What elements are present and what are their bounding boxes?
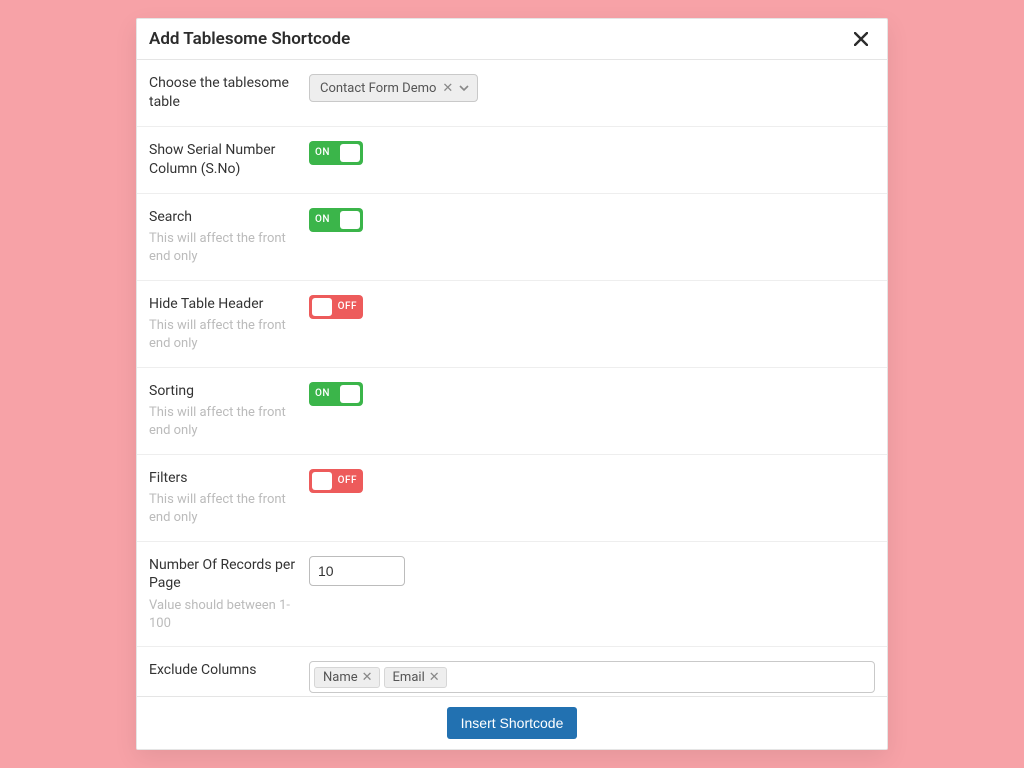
chevron-down-icon[interactable] (459, 83, 469, 93)
exclude-columns-input[interactable]: Name ✕ Email ✕ (309, 661, 875, 693)
remove-tag-icon[interactable]: ✕ (429, 671, 440, 684)
label-serial-number: Show Serial Number Column (S.No) (149, 141, 297, 179)
toggle-knob (340, 144, 360, 162)
insert-shortcode-button[interactable]: Insert Shortcode (447, 707, 578, 739)
row-hide-header: Hide Table Header This will affect the f… (137, 281, 887, 368)
help-sorting: This will affect the front end only (149, 404, 297, 439)
toggle-filters[interactable]: OFF (309, 469, 363, 493)
row-filters: Filters This will affect the front end o… (137, 455, 887, 542)
toggle-knob (340, 385, 360, 403)
modal-header: Add Tablesome Shortcode (137, 19, 887, 60)
table-select-value: Contact Form Demo (320, 81, 436, 96)
toggle-knob (340, 211, 360, 229)
help-search: This will affect the front end only (149, 230, 297, 265)
toggle-hide-header[interactable]: OFF (309, 295, 363, 319)
toggle-knob (312, 472, 332, 490)
tag-exclude: Name ✕ (314, 667, 380, 688)
label-filters: Filters (149, 469, 297, 488)
records-per-page-input[interactable] (309, 556, 405, 586)
modal-footer: Insert Shortcode (137, 696, 887, 749)
toggle-serial-number[interactable]: ON (309, 141, 363, 165)
help-filters: This will affect the front end only (149, 491, 297, 526)
toggle-label: OFF (338, 301, 357, 312)
row-records-per-page: Number Of Records per Page Value should … (137, 542, 887, 648)
tablesome-shortcode-modal: Add Tablesome Shortcode Choose the table… (136, 18, 888, 750)
label-exclude: Exclude Columns (149, 661, 297, 680)
tag-label: Email (393, 670, 425, 685)
modal-title: Add Tablesome Shortcode (149, 29, 350, 49)
tag-exclude: Email ✕ (384, 667, 447, 688)
row-exclude-columns: Exclude Columns Name ✕ Email ✕ (137, 647, 887, 696)
toggle-label: ON (315, 214, 330, 225)
label-records: Number Of Records per Page (149, 556, 297, 594)
help-records: Value should between 1-100 (149, 597, 297, 632)
label-hide-header: Hide Table Header (149, 295, 297, 314)
clear-table-icon[interactable]: ✕ (442, 82, 453, 95)
row-choose-table: Choose the tablesome table Contact Form … (137, 60, 887, 127)
modal-body[interactable]: Choose the tablesome table Contact Form … (137, 60, 887, 696)
toggle-label: OFF (338, 475, 357, 486)
toggle-label: ON (315, 147, 330, 158)
table-select[interactable]: Contact Form Demo ✕ (309, 74, 478, 102)
help-hide-header: This will affect the front end only (149, 317, 297, 352)
row-search: Search This will affect the front end on… (137, 194, 887, 281)
toggle-search[interactable]: ON (309, 208, 363, 232)
row-sorting: Sorting This will affect the front end o… (137, 368, 887, 455)
toggle-label: ON (315, 388, 330, 399)
close-icon[interactable] (849, 27, 873, 51)
label-sorting: Sorting (149, 382, 297, 401)
row-serial-number: Show Serial Number Column (S.No) ON (137, 127, 887, 194)
tag-label: Name (323, 670, 358, 685)
toggle-sorting[interactable]: ON (309, 382, 363, 406)
label-choose-table: Choose the tablesome table (149, 74, 297, 112)
remove-tag-icon[interactable]: ✕ (362, 671, 373, 684)
toggle-knob (312, 298, 332, 316)
label-search: Search (149, 208, 297, 227)
